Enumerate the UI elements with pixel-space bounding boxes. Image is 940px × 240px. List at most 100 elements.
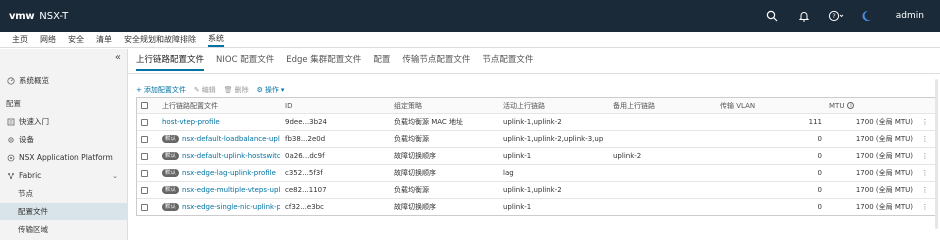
row-menu-icon[interactable]: ⋮ [917,131,933,147]
dashboard-icon [6,76,15,85]
profile-name-link[interactable]: nsx-edge-single-nic-uplink-p... [182,203,280,211]
row-menu-icon[interactable]: ⋮ [917,199,933,215]
main-content: 上行链路配置文件 NIOC 配置文件 Edge 集群配置文件 配置 传输节点配置… [128,49,940,240]
dark-mode-moon-icon[interactable] [852,0,884,32]
default-badge: 默认 [162,152,180,160]
row-checkbox[interactable] [141,199,151,215]
add-profile-button[interactable]: + 添加配置文件 [136,85,186,95]
mtu-value: 1700 (全局 MTU) [855,152,913,160]
sidebar-item-label: 节点 [18,189,33,198]
row-checkbox[interactable] [141,182,151,198]
row-checkbox[interactable] [141,165,151,181]
nav-inventory[interactable]: 清单 [96,34,112,45]
column-header-transport-vlan[interactable]: 传输 VLAN [720,98,822,113]
tab-node-profiles[interactable]: 节点配置文件 [482,53,533,71]
sidebar-item-profiles[interactable]: 配置文件 [0,203,128,220]
row-menu-icon[interactable]: ⋮ [917,148,933,164]
teaming-policy: 负载均衡源 [394,186,429,194]
user-menu[interactable]: admin [896,11,924,21]
table-row[interactable]: 默认 nsx-default-loadbalance-upli... fb38...… [137,130,935,147]
help-icon[interactable]: ? [820,0,852,32]
table-header-row: 上行链路配置文件 ID 组定策略 活动上行链路 备用上行链路 传输 VLAN M… [137,98,935,113]
profile-tabs: 上行链路配置文件 NIOC 配置文件 Edge 集群配置文件 配置 传输节点配置… [136,53,545,71]
tab-uplink-profiles[interactable]: 上行链路配置文件 [136,53,205,71]
delete-button[interactable]: 🗑 删除 [224,85,249,95]
info-icon[interactable]: i [847,102,855,109]
transport-vlan: 0 [817,135,822,143]
row-menu-icon[interactable]: ⋮ [917,182,933,198]
column-header-id[interactable]: ID [285,98,375,113]
profile-name-link[interactable]: nsx-edge-multiple-vteps-upli... [182,186,280,194]
chevron-down-icon[interactable]: ⌄ [112,172,118,180]
column-header-active-uplinks[interactable]: 活动上行链路 [503,98,603,113]
profile-id: 9dee...3b24 [285,118,327,126]
row-menu-icon[interactable]: ⋮ [917,114,933,130]
sidebar-item-quick-start[interactable]: 快速入门 [0,113,128,130]
actions-dropdown[interactable]: ⚙ 操作 ▾ [257,85,287,95]
sidebar-item-label: 配置文件 [18,207,48,216]
notifications-bell-icon[interactable] [788,0,820,32]
nav-home[interactable]: 主页 [12,34,28,45]
standby-uplinks [613,131,713,147]
profile-name-link[interactable]: host-vtep-profile [162,118,220,126]
profile-id: ce82...1107 [285,186,327,194]
collapse-sidebar-icon[interactable]: « [115,52,121,63]
table-toolbar: + 添加配置文件 ✎ 编辑 🗑 删除 ⚙ 操作 ▾ [136,85,294,95]
mtu-header-label: MTU [829,101,845,110]
table-row[interactable]: 默认 nsx-edge-multiple-vteps-upli... ce82...… [137,181,935,198]
row-checkbox[interactable] [141,114,151,130]
sidebar-item-nsx-application-platform[interactable]: NSX Application Platform [0,149,128,166]
gear-icon: ⚙ [256,86,263,94]
standby-uplinks: uplink-2 [613,152,642,160]
tab-divider [128,73,940,74]
search-icon[interactable] [756,0,788,32]
chevron-down-icon: ▾ [280,86,285,94]
profile-name-link[interactable]: nsx-default-uplink-hostswitc... [182,152,280,160]
nav-networking[interactable]: 网络 [40,34,56,45]
sidebar-item-fabric[interactable]: Fabric ⌄ [0,167,128,184]
sidebar-item-overview[interactable]: 系统概览 [0,72,128,89]
edit-button[interactable]: ✎ 编辑 [194,85,216,95]
table-row[interactable]: host-vtep-profile 9dee...3b24 负载均衡源 MAC 地址… [137,113,935,130]
column-header-standby-uplinks[interactable]: 备用上行链路 [613,98,713,113]
tab-nioc-profiles[interactable]: NIOC 配置文件 [216,53,274,71]
tab-transport-node-profiles[interactable]: 传输节点配置文件 [402,53,470,71]
select-all-checkbox[interactable] [141,98,151,113]
profile-name-link[interactable]: nsx-edge-lag-uplink-profile [182,169,276,177]
nav-plan-troubleshoot[interactable]: 安全规划和故障排除 [124,34,196,45]
sidebar-item-transport-zones[interactable]: 传输区域 [0,221,128,238]
profile-name-cell: 默认 nsx-default-loadbalance-upli... [162,131,280,147]
table-row[interactable]: 默认 nsx-edge-single-nic-uplink-p... cf32...… [137,198,935,215]
sidebar-item-label: NSX Application Platform [19,153,113,162]
actions-label: 操作 [264,86,279,94]
table-row[interactable]: 默认 nsx-default-uplink-hostswitc... 0a26...… [137,147,935,164]
row-checkbox[interactable] [141,148,151,164]
standby-uplinks [613,165,713,181]
sidebar-item-nodes[interactable]: 节点 [0,185,128,202]
column-header-teaming-policy[interactable]: 组定策略 [394,98,494,113]
column-header-mtu[interactable]: MTU i [829,98,913,113]
row-menu-icon[interactable]: ⋮ [917,165,933,181]
profile-id: cf32...e3bc [285,203,324,211]
transport-vlan: 0 [817,186,822,194]
uplink-profiles-table: 上行链路配置文件 ID 组定策略 活动上行链路 备用上行链路 传输 VLAN M… [136,97,936,216]
main-nav: 主页 网络 安全 清单 安全规划和故障排除 系统 [0,32,940,48]
vertical-scrollbar[interactable] [935,79,938,229]
sidebar-item-label: 设备 [19,135,34,144]
profile-name-link[interactable]: nsx-default-loadbalance-upli... [182,135,280,143]
profile-name-cell: 默认 nsx-edge-lag-uplink-profile [162,165,280,181]
sidebar-item-appliances[interactable]: 设备 [0,131,128,148]
standby-uplinks [613,199,713,215]
tab-configuration[interactable]: 配置 [373,53,390,71]
plus-icon: + [136,86,142,94]
table-row[interactable]: 默认 nsx-edge-lag-uplink-profile c352...5f3f… [137,164,935,181]
nav-system[interactable]: 系统 [208,33,224,47]
tab-edge-cluster-profiles[interactable]: Edge 集群配置文件 [286,53,361,71]
sidebar-section-label: 配置 [6,99,21,108]
transport-vlan: 0 [817,203,822,211]
sidebar-item-label: Fabric [19,171,42,180]
column-header-name[interactable]: 上行链路配置文件 [162,98,280,113]
active-uplinks: uplink-1 [503,203,532,211]
row-checkbox[interactable] [141,131,151,147]
nav-security[interactable]: 安全 [68,34,84,45]
